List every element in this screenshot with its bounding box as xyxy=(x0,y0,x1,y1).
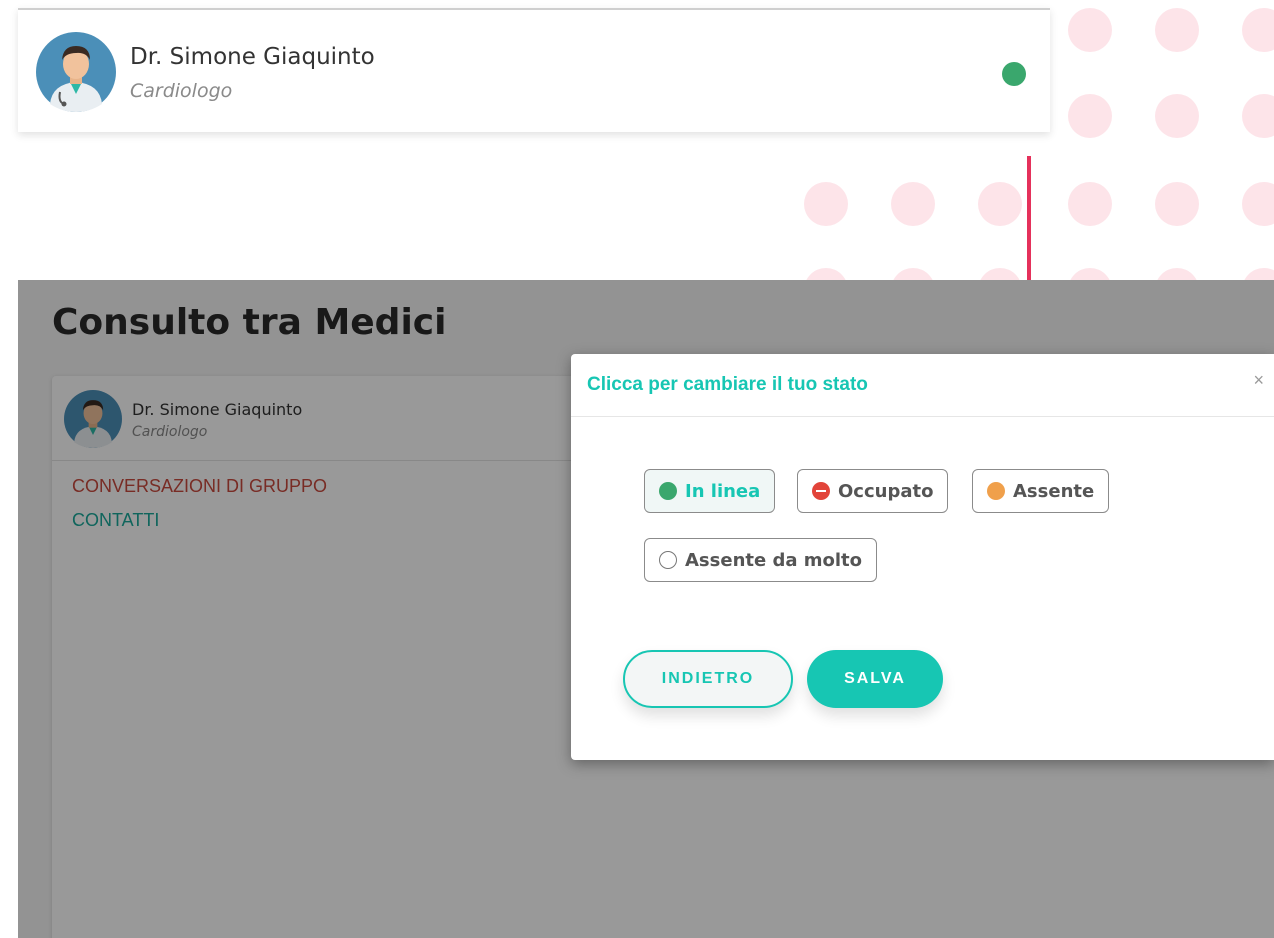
busy-icon xyxy=(812,482,830,500)
profile-name: Dr. Simone Giaquinto xyxy=(130,44,375,70)
decor-dot xyxy=(1242,8,1274,52)
decor-dot xyxy=(1068,8,1112,52)
decor-dot xyxy=(1242,182,1274,226)
status-online-indicator-icon[interactable] xyxy=(1002,62,1026,86)
decor-dot xyxy=(1155,8,1199,52)
status-label: Assente da molto xyxy=(685,549,863,571)
status-option-online[interactable]: In linea xyxy=(644,469,776,513)
save-button[interactable]: SALVA xyxy=(807,650,943,708)
close-icon[interactable]: × xyxy=(1253,370,1264,391)
decor-dot xyxy=(1068,94,1112,138)
profile-role: Cardiologo xyxy=(130,80,233,102)
decor-dot xyxy=(1155,94,1199,138)
status-label: Assente xyxy=(1013,480,1095,502)
decor-dot xyxy=(891,182,935,226)
status-option-away[interactable]: Assente xyxy=(972,469,1110,513)
status-modal: Clicca per cambiare il tuo stato × In li… xyxy=(571,354,1274,760)
decor-dot xyxy=(1068,182,1112,226)
decor-dot xyxy=(978,182,1022,226)
status-label: In linea xyxy=(685,480,761,502)
modal-title: Clicca per cambiare il tuo stato xyxy=(587,374,868,395)
away-dot-icon xyxy=(987,482,1005,500)
back-button[interactable]: INDIETRO xyxy=(623,650,793,708)
status-option-busy[interactable]: Occupato xyxy=(797,469,949,513)
online-dot-icon xyxy=(659,482,677,500)
decor-dot xyxy=(804,182,848,226)
profile-card[interactable]: Dr. Simone Giaquinto Cardiologo xyxy=(18,8,1050,132)
decor-dot xyxy=(1155,182,1199,226)
doctor-avatar-icon xyxy=(36,32,116,112)
divider xyxy=(571,416,1274,417)
decor-dot xyxy=(1242,94,1274,138)
status-option-away-long[interactable]: Assente da molto xyxy=(644,538,878,582)
status-label: Occupato xyxy=(838,480,934,502)
away-long-circle-icon xyxy=(659,551,677,569)
